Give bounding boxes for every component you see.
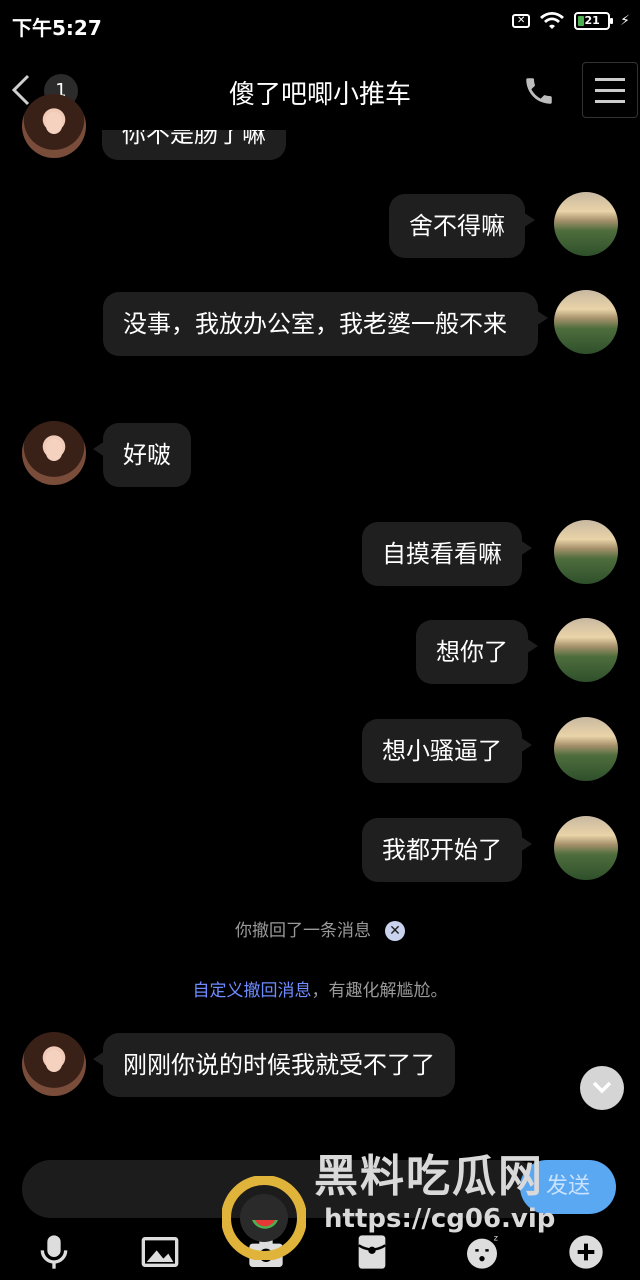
chat-header: 1 傻了吧唧小推车 bbox=[0, 50, 640, 130]
chevron-left-icon bbox=[11, 74, 30, 106]
message-text: 刚刚你说的时候我就受不了了 bbox=[123, 1051, 435, 1079]
charging-icon: ⚡ bbox=[620, 13, 630, 29]
image-icon bbox=[141, 1237, 179, 1267]
voice-button[interactable] bbox=[34, 1232, 74, 1272]
message-bubble[interactable]: 没事，我放办公室，我老婆一般不来 bbox=[103, 292, 548, 356]
my-avatar[interactable] bbox=[554, 816, 618, 880]
more-button[interactable] bbox=[566, 1232, 606, 1272]
my-avatar[interactable] bbox=[554, 717, 618, 781]
my-avatar[interactable] bbox=[554, 290, 618, 354]
message-text: 想小骚逼了 bbox=[382, 737, 502, 765]
my-avatar[interactable] bbox=[554, 192, 618, 256]
no-sim-icon: ✕ bbox=[512, 14, 531, 28]
message-bubble[interactable]: 自摸看看嘛 bbox=[362, 522, 532, 586]
menu-button[interactable] bbox=[582, 62, 638, 118]
contact-avatar[interactable] bbox=[22, 94, 86, 158]
message-text: 想你了 bbox=[436, 638, 508, 666]
emoji-icon: z bbox=[467, 1232, 499, 1269]
message-bubble[interactable]: 好啵 bbox=[93, 423, 191, 487]
svg-text:z: z bbox=[494, 1232, 499, 1242]
image-button[interactable] bbox=[140, 1232, 180, 1272]
send-button[interactable]: 发送 bbox=[520, 1160, 616, 1214]
message-bubble[interactable]: 我都开始了 bbox=[362, 818, 532, 882]
chat-title: 傻了吧唧小推车 bbox=[228, 80, 411, 110]
status-time: 下午5:27 bbox=[12, 16, 102, 40]
camera-button[interactable] bbox=[246, 1232, 286, 1272]
message-bubble[interactable]: 舍不得嘛 bbox=[389, 194, 535, 258]
message-text: 我都开始了 bbox=[382, 836, 502, 864]
red-packet-icon bbox=[358, 1235, 386, 1269]
call-button[interactable] bbox=[522, 74, 558, 110]
message-text: 没事，我放办公室，我老婆一般不来 bbox=[123, 310, 507, 338]
custom-recall-hint: 自定义撤回消息，有趣化解尴尬。 bbox=[0, 976, 640, 1001]
plus-icon bbox=[569, 1235, 603, 1269]
red-packet-button[interactable] bbox=[352, 1232, 392, 1272]
message-text: 舍不得嘛 bbox=[409, 212, 505, 240]
message-text: 自摸看看嘛 bbox=[382, 540, 502, 568]
recall-notice-text: 你撤回了一条消息 bbox=[235, 921, 371, 941]
back-button[interactable] bbox=[8, 72, 34, 108]
emoji-button[interactable]: z bbox=[462, 1232, 502, 1272]
message-input[interactable] bbox=[22, 1160, 542, 1218]
contact-avatar[interactable] bbox=[22, 421, 86, 485]
status-bar: 下午5:27 ✕ 21 ⚡ bbox=[0, 0, 640, 48]
camera-icon bbox=[249, 1238, 283, 1267]
battery-icon: 21 bbox=[574, 12, 614, 30]
my-avatar[interactable] bbox=[554, 520, 618, 584]
dismiss-icon[interactable]: ✕ bbox=[385, 921, 405, 941]
microphone-icon bbox=[40, 1235, 68, 1269]
my-avatar[interactable] bbox=[554, 618, 618, 682]
scroll-to-bottom-button[interactable] bbox=[580, 1066, 624, 1110]
message-bubble[interactable]: 刚刚你说的时候我就受不了了 bbox=[93, 1033, 455, 1097]
status-icons: ✕ 21 ⚡ bbox=[512, 12, 630, 30]
message-bubble[interactable]: 想你了 bbox=[416, 620, 538, 684]
phone-icon bbox=[526, 78, 552, 104]
contact-avatar[interactable] bbox=[22, 1032, 86, 1096]
battery-level: 21 bbox=[584, 14, 600, 27]
input-toolbar: z bbox=[0, 1222, 640, 1280]
message-text: 好啵 bbox=[123, 441, 171, 469]
message-bubble[interactable]: 想小骚逼了 bbox=[362, 719, 532, 783]
recall-notice: 你撤回了一条消息 ✕ bbox=[0, 916, 640, 941]
custom-recall-suffix: ，有趣化解尴尬。 bbox=[311, 981, 448, 1001]
custom-recall-link[interactable]: 自定义撤回消息 bbox=[193, 981, 312, 1001]
chevron-down-icon bbox=[592, 1081, 612, 1094]
wifi-icon bbox=[540, 12, 565, 30]
